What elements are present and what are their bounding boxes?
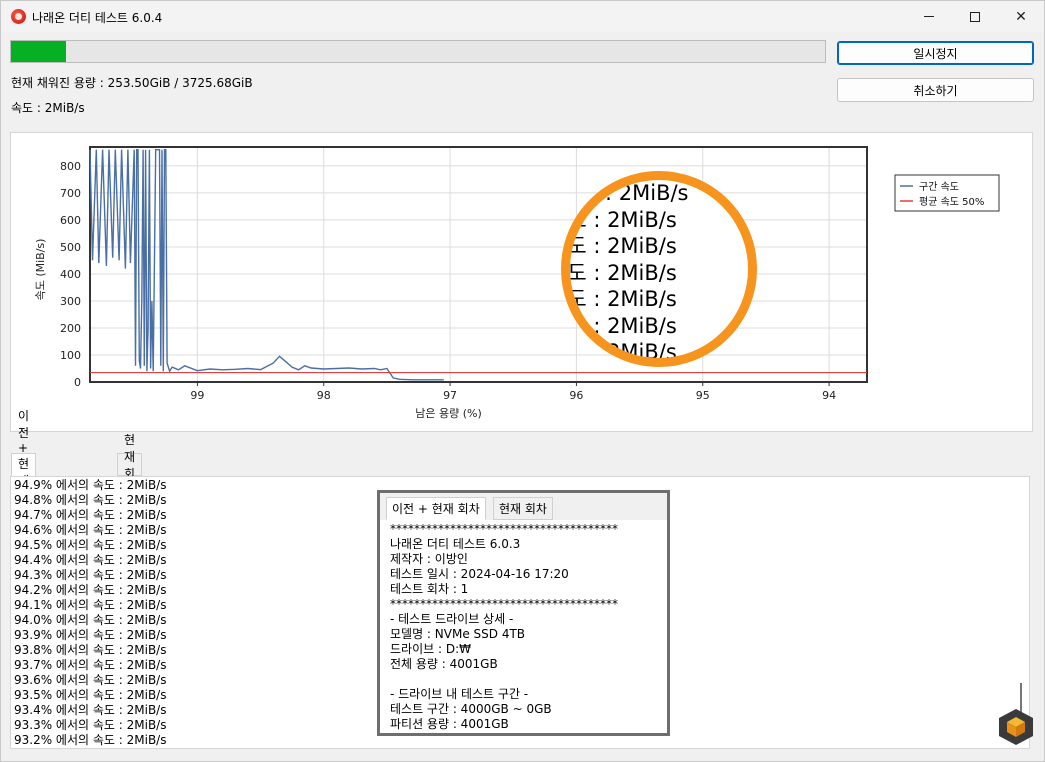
inset-tab-bar: 이전 + 현재 회차 현재 회차 xyxy=(380,493,667,520)
legend-entry: 평균 속도 50% xyxy=(919,196,984,208)
inset-tab-current-round[interactable]: 현재 회차 xyxy=(493,497,553,520)
fill-progress-bar xyxy=(10,40,826,63)
minimize-button[interactable] xyxy=(906,1,952,32)
y-tick-label: 700 xyxy=(60,187,81,200)
log-line: 93.3% 에서의 속도 : 2MiB/s xyxy=(14,718,167,732)
x-tick-label: 99 xyxy=(190,389,204,402)
magnifier-line: 속도 : 2MiB/s xyxy=(567,260,677,285)
inset-line: 드라이브 : D:₩ xyxy=(390,642,471,656)
x-tick-label: 98 xyxy=(317,389,331,402)
magnifier-line: 속도 : 2MiB/s xyxy=(567,234,677,258)
inset-line: 파티션 용량 : 4001GB xyxy=(390,717,509,731)
tab-current-round[interactable]: 현재 회차 xyxy=(117,433,143,498)
log-line: 93.8% 에서의 속도 : 2MiB/s xyxy=(14,643,167,657)
inset-info-panel: 이전 + 현재 회차 현재 회차 ***********************… xyxy=(377,490,670,736)
inset-info-text: ************************************** 나래… xyxy=(390,522,618,732)
cube-logo-icon xyxy=(999,709,1033,745)
x-tick-label: 96 xyxy=(569,389,583,402)
log-line: 94.3% 에서의 속도 : 2MiB/s xyxy=(14,568,167,582)
tab-all-rounds[interactable]: 이전 + 현재 회차 xyxy=(11,409,37,522)
log-line: 94.5% 에서의 속도 : 2MiB/s xyxy=(14,538,167,552)
log-line: 94.8% 에서의 속도 : 2MiB/s xyxy=(14,493,167,507)
log-line: 93.2% 에서의 속도 : 2MiB/s xyxy=(14,733,167,747)
log-line: 94.7% 에서의 속도 : 2MiB/s xyxy=(14,508,167,522)
minimize-icon xyxy=(924,16,934,17)
y-tick-label: 800 xyxy=(60,160,81,173)
window-title: 나래온 더티 테스트 6.0.4 xyxy=(32,11,163,25)
log-line: 94.6% 에서의 속도 : 2MiB/s xyxy=(14,523,167,537)
cancel-button[interactable]: 취소하기 xyxy=(837,78,1034,102)
filled-capacity-label: 현재 채워진 용량 : 253.50GiB / 3725.68GiB xyxy=(11,76,253,90)
y-tick-label: 100 xyxy=(60,349,81,362)
y-tick-label: 500 xyxy=(60,241,81,254)
magnifier-overlay: : 2MiB/s속도 : 2MiB/s속도 : 2MiB/s속도 : 2MiB/… xyxy=(561,171,757,367)
magnifier-line: 속도 : 2MiB/s xyxy=(567,313,677,338)
x-tick-label: 94 xyxy=(822,389,836,402)
magnifier-line: 속도 : 2MiB/s xyxy=(567,287,677,311)
log-list: 94.9% 에서의 속도 : 2MiB/s 94.8% 에서의 속도 : 2MiB… xyxy=(14,478,166,748)
inset-line: 전체 용량 : 4001GB xyxy=(390,657,498,671)
y-tick-label: 600 xyxy=(60,214,81,227)
y-tick-label: 400 xyxy=(60,268,81,281)
x-tick-label: 97 xyxy=(443,389,457,402)
magnifier-line: : 2MiB/s xyxy=(605,181,689,205)
legend-entry: 구간 속도 xyxy=(919,181,959,193)
y-tick-label: 300 xyxy=(60,295,81,308)
inset-line: 나래온 더티 테스트 6.0.3 xyxy=(390,537,521,551)
log-line: 93.7% 에서의 속도 : 2MiB/s xyxy=(14,658,167,672)
log-line: 93.9% 에서의 속도 : 2MiB/s xyxy=(14,628,167,642)
inset-line: 테스트 회차 : 1 xyxy=(390,582,469,596)
close-button[interactable]: ✕ xyxy=(998,1,1044,32)
inset-line: ************************************** xyxy=(390,522,618,536)
log-line: 93.5% 에서의 속도 : 2MiB/s xyxy=(14,688,167,702)
progress-fill xyxy=(11,41,67,62)
x-axis-label: 남은 용량 (%) xyxy=(415,407,482,420)
inset-line: - 테스트 드라이브 상세 - xyxy=(390,612,514,626)
y-tick-label: 0 xyxy=(74,376,81,389)
speed-chart: 0 100 200 300 400 500 600 700 800 99 98 97 96 95 94 남은 … xyxy=(34,146,1000,420)
series-line-section-speed xyxy=(89,149,444,381)
app-window: 나래온 더티 테스트 6.0.4 ✕ 일시정지 취소하기 현재 채워진 용량 :… xyxy=(0,0,1045,762)
inset-line: 테스트 구간 : 4000GB ~ 0GB xyxy=(390,702,552,716)
inset-line: 모델명 : NVMe SSD 4TB xyxy=(390,627,526,641)
log-line: 94.9% 에서의 속도 : 2MiB/s xyxy=(14,478,167,492)
maximize-icon xyxy=(970,11,980,22)
y-tick-label: 200 xyxy=(60,322,81,335)
inset-line: - 드라이브 내 테스트 구간 - xyxy=(390,687,529,701)
log-line: 93.6% 에서의 속도 : 2MiB/s xyxy=(14,673,167,687)
maximize-button[interactable] xyxy=(952,1,998,32)
inset-line: 제작자 : 이방인 xyxy=(390,552,468,566)
magnifier-line: 속도 : 2MiB/s xyxy=(567,207,677,232)
log-line: 94.0% 에서의 속도 : 2MiB/s xyxy=(14,613,167,627)
speed-chart-panel: 0 100 200 300 400 500 600 700 800 99 98 97 96 95 94 남은 … xyxy=(10,132,1033,432)
inset-line: 테스트 일시 : 2024-04-16 17:20 xyxy=(390,567,569,581)
inset-line: ************************************** xyxy=(390,597,618,611)
close-icon: ✕ xyxy=(1015,8,1027,25)
inset-line xyxy=(390,672,618,687)
app-logo-icon xyxy=(11,9,26,24)
pause-button[interactable]: 일시정지 xyxy=(837,41,1034,65)
inset-tab-all-rounds[interactable]: 이전 + 현재 회차 xyxy=(386,497,486,520)
speed-label: 속도 : 2MiB/s xyxy=(11,101,85,115)
y-axis-label: 속도 (MiB/s) xyxy=(34,239,47,301)
title-bar[interactable]: 나래온 더티 테스트 6.0.4 ✕ xyxy=(1,1,1044,32)
x-tick-label: 95 xyxy=(696,389,710,402)
log-line: 94.1% 에서의 속도 : 2MiB/s xyxy=(14,598,167,612)
magnifier-text: : 2MiB/s속도 : 2MiB/s속도 : 2MiB/s속도 : 2MiB/… xyxy=(567,180,689,358)
log-line: 94.4% 에서의 속도 : 2MiB/s xyxy=(14,553,167,567)
log-line: 93.4% 에서의 속도 : 2MiB/s xyxy=(14,703,167,717)
log-line: 94.2% 에서의 속도 : 2MiB/s xyxy=(14,583,167,597)
